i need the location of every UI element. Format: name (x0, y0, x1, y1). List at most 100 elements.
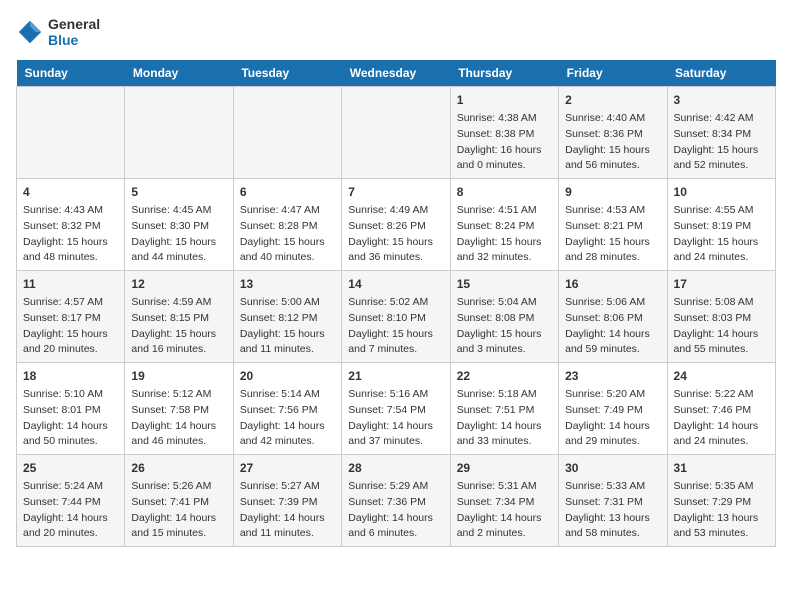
day-number: 29 (457, 459, 552, 477)
day-info: Sunrise: 4:47 AMSunset: 8:28 PMDaylight:… (240, 203, 335, 266)
day-info: Sunrise: 5:10 AMSunset: 8:01 PMDaylight:… (23, 387, 118, 450)
day-info: Sunrise: 5:04 AMSunset: 8:08 PMDaylight:… (457, 295, 552, 358)
day-info: Sunrise: 5:12 AMSunset: 7:58 PMDaylight:… (131, 387, 226, 450)
day-info: Sunrise: 5:06 AMSunset: 8:06 PMDaylight:… (565, 295, 660, 358)
header-cell-wednesday: Wednesday (342, 60, 450, 87)
day-number: 3 (674, 91, 769, 109)
day-info: Sunrise: 5:22 AMSunset: 7:46 PMDaylight:… (674, 387, 769, 450)
day-info: Sunrise: 4:53 AMSunset: 8:21 PMDaylight:… (565, 203, 660, 266)
calendar-cell: 31Sunrise: 5:35 AMSunset: 7:29 PMDayligh… (667, 455, 775, 547)
calendar-cell: 8 Sunrise: 4:51 AMSunset: 8:24 PMDaylight… (450, 179, 558, 271)
logo-icon (16, 18, 44, 46)
day-number: 28 (348, 459, 443, 477)
calendar-cell: 14 Sunrise: 5:02 AMSunset: 8:10 PMDayligh… (342, 271, 450, 363)
calendar-cell: 3 Sunrise: 4:42 AMSunset: 8:34 PMDaylight… (667, 87, 775, 179)
day-info: Sunrise: 5:20 AMSunset: 7:49 PMDaylight:… (565, 387, 660, 450)
calendar-cell: 13 Sunrise: 5:00 AMSunset: 8:12 PMDayligh… (233, 271, 341, 363)
day-info: Sunrise: 5:29 AMSunset: 7:36 PMDaylight:… (348, 479, 443, 542)
day-number: 15 (457, 275, 552, 293)
calendar-cell: 29 Sunrise: 5:31 AMSunset: 7:34 PMDayligh… (450, 455, 558, 547)
day-info: Sunrise: 4:49 AMSunset: 8:26 PMDaylight:… (348, 203, 443, 266)
day-number: 7 (348, 183, 443, 201)
calendar-cell: 2 Sunrise: 4:40 AMSunset: 8:36 PMDaylight… (559, 87, 667, 179)
calendar-cell: 18Sunrise: 5:10 AMSunset: 8:01 PMDayligh… (17, 363, 125, 455)
day-number: 8 (457, 183, 552, 201)
day-number: 4 (23, 183, 118, 201)
calendar-cell: 22Sunrise: 5:18 AMSunset: 7:51 PMDayligh… (450, 363, 558, 455)
calendar-cell: 15 Sunrise: 5:04 AMSunset: 8:08 PMDayligh… (450, 271, 558, 363)
calendar-cell (342, 87, 450, 179)
calendar-cell: 6 Sunrise: 4:47 AMSunset: 8:28 PMDaylight… (233, 179, 341, 271)
calendar-cell: 16Sunrise: 5:06 AMSunset: 8:06 PMDayligh… (559, 271, 667, 363)
day-info: Sunrise: 4:59 AMSunset: 8:15 PMDaylight:… (131, 295, 226, 358)
day-number: 1 (457, 91, 552, 109)
calendar-cell: 9 Sunrise: 4:53 AMSunset: 8:21 PMDaylight… (559, 179, 667, 271)
day-info: Sunrise: 4:40 AMSunset: 8:36 PMDaylight:… (565, 111, 660, 174)
calendar-cell: 10 Sunrise: 4:55 AMSunset: 8:19 PMDayligh… (667, 179, 775, 271)
day-number: 20 (240, 367, 335, 385)
page-header: General Blue (16, 16, 776, 48)
day-info: Sunrise: 4:55 AMSunset: 8:19 PMDaylight:… (674, 203, 769, 266)
calendar-cell: 23 Sunrise: 5:20 AMSunset: 7:49 PMDayligh… (559, 363, 667, 455)
calendar-cell: 11 Sunrise: 4:57 AMSunset: 8:17 PMDayligh… (17, 271, 125, 363)
day-info: Sunrise: 4:42 AMSunset: 8:34 PMDaylight:… (674, 111, 769, 174)
day-info: Sunrise: 5:02 AMSunset: 8:10 PMDaylight:… (348, 295, 443, 358)
day-number: 6 (240, 183, 335, 201)
calendar-cell: 12 Sunrise: 4:59 AMSunset: 8:15 PMDayligh… (125, 271, 233, 363)
day-number: 13 (240, 275, 335, 293)
calendar-cell: 26 Sunrise: 5:26 AMSunset: 7:41 PMDayligh… (125, 455, 233, 547)
day-info: Sunrise: 5:24 AMSunset: 7:44 PMDaylight:… (23, 479, 118, 542)
day-info: Sunrise: 4:51 AMSunset: 8:24 PMDaylight:… (457, 203, 552, 266)
day-info: Sunrise: 5:26 AMSunset: 7:41 PMDaylight:… (131, 479, 226, 542)
calendar-cell: 19 Sunrise: 5:12 AMSunset: 7:58 PMDayligh… (125, 363, 233, 455)
day-number: 5 (131, 183, 226, 201)
calendar-cell: 7 Sunrise: 4:49 AMSunset: 8:26 PMDaylight… (342, 179, 450, 271)
header-row: SundayMondayTuesdayWednesdayThursdayFrid… (17, 60, 776, 87)
day-number: 2 (565, 91, 660, 109)
day-info: Sunrise: 4:38 AMSunset: 8:38 PMDaylight:… (457, 111, 552, 174)
calendar-cell: 4 Sunrise: 4:43 AMSunset: 8:32 PMDaylight… (17, 179, 125, 271)
calendar-cell: 28 Sunrise: 5:29 AMSunset: 7:36 PMDayligh… (342, 455, 450, 547)
header-cell-thursday: Thursday (450, 60, 558, 87)
day-number: 11 (23, 275, 118, 293)
calendar-cell (17, 87, 125, 179)
day-number: 22 (457, 367, 552, 385)
calendar-cell: 5 Sunrise: 4:45 AMSunset: 8:30 PMDaylight… (125, 179, 233, 271)
header-cell-monday: Monday (125, 60, 233, 87)
day-number: 14 (348, 275, 443, 293)
day-number: 10 (674, 183, 769, 201)
day-number: 23 (565, 367, 660, 385)
day-number: 27 (240, 459, 335, 477)
day-info: Sunrise: 5:33 AMSunset: 7:31 PMDaylight:… (565, 479, 660, 542)
day-info: Sunrise: 4:43 AMSunset: 8:32 PMDaylight:… (23, 203, 118, 266)
calendar-week-row: 25 Sunrise: 5:24 AMSunset: 7:44 PMDayligh… (17, 455, 776, 547)
day-info: Sunrise: 4:45 AMSunset: 8:30 PMDaylight:… (131, 203, 226, 266)
calendar-week-row: 1 Sunrise: 4:38 AMSunset: 8:38 PMDaylight… (17, 87, 776, 179)
day-number: 12 (131, 275, 226, 293)
day-number: 9 (565, 183, 660, 201)
calendar-cell: 27Sunrise: 5:27 AMSunset: 7:39 PMDayligh… (233, 455, 341, 547)
calendar-table: SundayMondayTuesdayWednesdayThursdayFrid… (16, 60, 776, 547)
header-cell-sunday: Sunday (17, 60, 125, 87)
calendar-cell: 17Sunrise: 5:08 AMSunset: 8:03 PMDayligh… (667, 271, 775, 363)
day-number: 19 (131, 367, 226, 385)
calendar-cell: 30Sunrise: 5:33 AMSunset: 7:31 PMDayligh… (559, 455, 667, 547)
calendar-cell (233, 87, 341, 179)
calendar-cell: 20Sunrise: 5:14 AMSunset: 7:56 PMDayligh… (233, 363, 341, 455)
calendar-header: SundayMondayTuesdayWednesdayThursdayFrid… (17, 60, 776, 87)
logo: General Blue (16, 16, 100, 48)
calendar-week-row: 18Sunrise: 5:10 AMSunset: 8:01 PMDayligh… (17, 363, 776, 455)
day-number: 25 (23, 459, 118, 477)
calendar-cell: 1 Sunrise: 4:38 AMSunset: 8:38 PMDaylight… (450, 87, 558, 179)
calendar-week-row: 4 Sunrise: 4:43 AMSunset: 8:32 PMDaylight… (17, 179, 776, 271)
calendar-cell: 25 Sunrise: 5:24 AMSunset: 7:44 PMDayligh… (17, 455, 125, 547)
day-number: 26 (131, 459, 226, 477)
day-info: Sunrise: 5:00 AMSunset: 8:12 PMDaylight:… (240, 295, 335, 358)
day-info: Sunrise: 4:57 AMSunset: 8:17 PMDaylight:… (23, 295, 118, 358)
header-cell-saturday: Saturday (667, 60, 775, 87)
calendar-body: 1 Sunrise: 4:38 AMSunset: 8:38 PMDaylight… (17, 87, 776, 547)
header-cell-tuesday: Tuesday (233, 60, 341, 87)
day-number: 17 (674, 275, 769, 293)
day-number: 31 (674, 459, 769, 477)
day-info: Sunrise: 5:31 AMSunset: 7:34 PMDaylight:… (457, 479, 552, 542)
